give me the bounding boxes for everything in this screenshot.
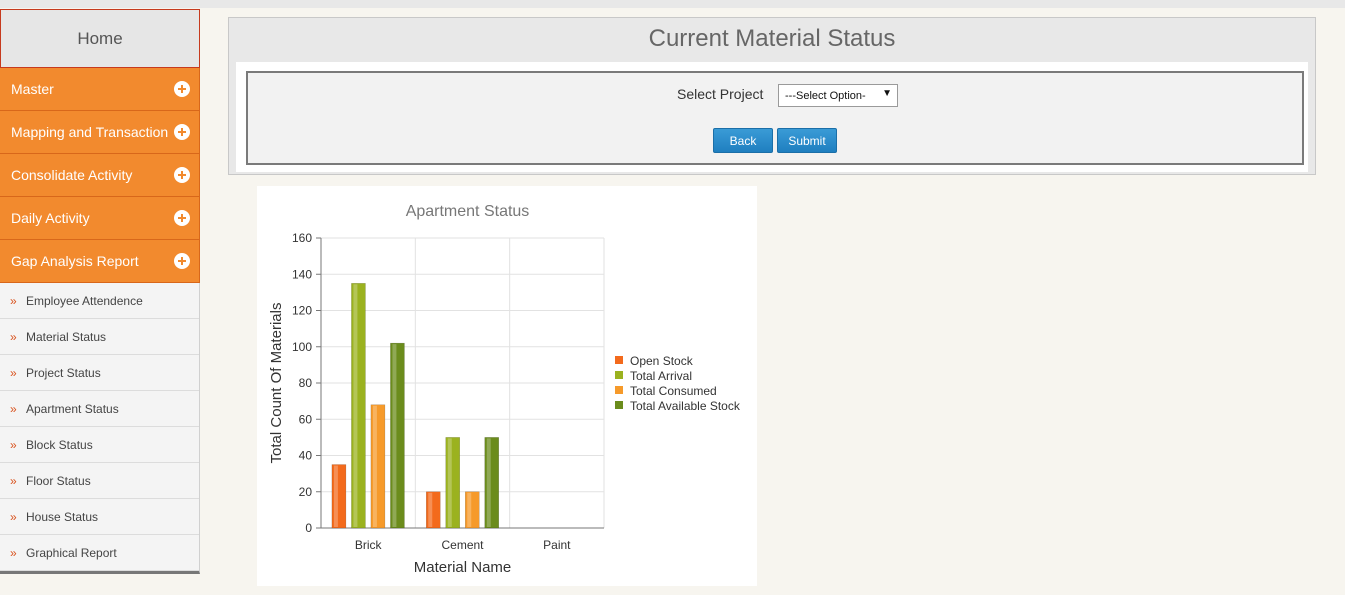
chevron-right-icon: » (10, 545, 17, 560)
submenu-label: Block Status (26, 437, 93, 452)
expand-plus-icon[interactable] (174, 167, 190, 183)
chevron-right-icon: » (10, 437, 17, 452)
apartment-status-chart: Apartment Status 0 20 40 60 80 100 120 140 160 Bri… (257, 186, 757, 586)
bar-highlight (372, 405, 377, 527)
submenu-label: Graphical Report (26, 545, 117, 560)
submenu-label: Floor Status (26, 473, 91, 488)
submenu-project-status[interactable]: » Project Status (0, 355, 199, 391)
expand-plus-icon[interactable] (174, 253, 190, 269)
y-tick-label: 60 (299, 412, 313, 426)
menu-label: Daily Activity (11, 210, 90, 226)
menu-consolidate-activity[interactable]: Consolidate Activity (0, 154, 200, 197)
page-title: Current Material Status (648, 25, 896, 52)
submenu-block-status[interactable]: » Block Status (0, 427, 199, 463)
submenu-label: Material Status (26, 329, 107, 344)
y-tick-label: 40 (299, 449, 313, 463)
chevron-right-icon: » (10, 365, 17, 380)
chevron-right-icon: » (10, 473, 17, 488)
dropdown-arrow-icon: ▼ (882, 88, 892, 99)
x-tick-label: Cement (441, 538, 484, 552)
submenu-label: Employee Attendence (26, 293, 143, 308)
bar-highlight (333, 465, 338, 527)
y-tick-label: 160 (292, 231, 312, 245)
legend-label: Open Stock (630, 354, 694, 368)
y-tick-label: 140 (292, 267, 312, 281)
legend-label: Total Available Stock (630, 399, 741, 413)
submenu-material-status[interactable]: » Material Status (0, 319, 199, 355)
chevron-right-icon: » (10, 329, 17, 344)
chevron-right-icon: » (10, 509, 17, 524)
submenu-floor-status[interactable]: » Floor Status (0, 463, 199, 499)
y-tick-label: 20 (299, 485, 313, 499)
submenu-label: Project Status (26, 365, 101, 380)
chart-svg: Apartment Status 0 20 40 60 80 100 120 140 160 Bri… (268, 203, 741, 576)
menu-gap-analysis-report[interactable]: Gap Analysis Report (0, 240, 200, 283)
legend-swatch (615, 401, 623, 409)
legend-swatch (615, 356, 623, 364)
y-tick-label: 0 (305, 521, 312, 535)
sidebar: Home Master Mapping and Transaction Cons… (0, 9, 200, 574)
legend-swatch (615, 371, 623, 379)
project-filter-form: Select Project ---Select Option- ▼ Back … (246, 71, 1304, 165)
menu-label: Master (11, 81, 54, 97)
bar-highlight (447, 438, 452, 527)
gap-analysis-submenu: » Employee Attendence » Material Status … (0, 283, 200, 574)
select-project-label: Select Project (677, 86, 764, 102)
submit-button[interactable]: Submit (777, 128, 837, 153)
menu-daily-activity[interactable]: Daily Activity (0, 197, 200, 240)
expand-plus-icon[interactable] (174, 81, 190, 97)
home-button[interactable]: Home (0, 9, 200, 68)
y-tick-label: 120 (292, 304, 312, 318)
project-select[interactable]: ---Select Option- ▼ (778, 84, 898, 107)
bar-highlight (486, 438, 491, 527)
legend-swatch (615, 386, 623, 394)
menu-mapping-and-transaction[interactable]: Mapping and Transaction (0, 111, 200, 154)
submenu-label: Apartment Status (26, 401, 119, 416)
bar-highlight (392, 344, 397, 527)
submenu-label: House Status (26, 509, 99, 524)
chevron-right-icon: » (10, 401, 17, 416)
y-axis-title: Total Count Of Materials (268, 303, 285, 464)
panel-body: Select Project ---Select Option- ▼ Back … (236, 62, 1308, 172)
x-axis-title: Material Name (414, 559, 512, 576)
expand-plus-icon[interactable] (174, 210, 190, 226)
y-tick-label: 80 (299, 376, 313, 390)
project-select-value: ---Select Option- (785, 89, 866, 102)
submenu-employee-attendence[interactable]: » Employee Attendence (0, 283, 199, 319)
back-button[interactable]: Back (713, 128, 773, 153)
legend-label: Total Arrival (630, 369, 692, 383)
x-tick-label: Brick (355, 538, 383, 552)
menu-label: Mapping and Transaction (11, 124, 169, 140)
submenu-apartment-status[interactable]: » Apartment Status (0, 391, 199, 427)
chart-title: Apartment Status (406, 203, 530, 220)
x-tick-label: Paint (543, 538, 571, 552)
expand-plus-icon[interactable] (174, 124, 190, 140)
bar-highlight (467, 492, 472, 527)
bar-highlight (428, 492, 433, 527)
bar-highlight (353, 284, 358, 527)
menu-label: Consolidate Activity (11, 167, 133, 183)
material-status-panel: Current Material Status Select Project -… (228, 17, 1316, 175)
menu-label: Gap Analysis Report (11, 253, 139, 269)
y-tick-label: 100 (292, 340, 312, 354)
menu-master[interactable]: Master (0, 68, 200, 111)
top-strip (0, 0, 1345, 8)
chevron-right-icon: » (10, 293, 17, 308)
submenu-house-status[interactable]: » House Status (0, 499, 199, 535)
submenu-graphical-report[interactable]: » Graphical Report (0, 535, 199, 571)
legend-label: Total Consumed (630, 384, 717, 398)
